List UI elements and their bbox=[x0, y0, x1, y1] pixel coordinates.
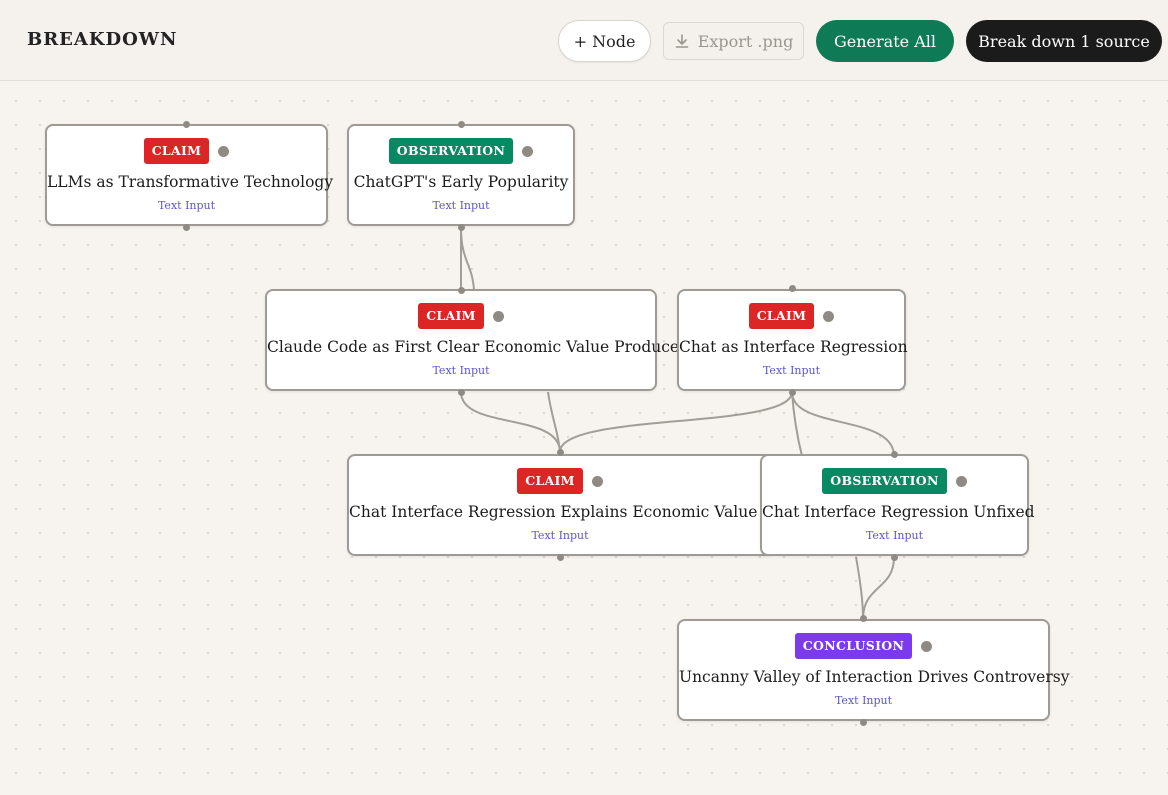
node-handle-out[interactable] bbox=[859, 718, 867, 726]
node-handle-out[interactable] bbox=[788, 388, 796, 396]
node-type-badge: OBSERVATION bbox=[822, 468, 947, 494]
node-source: Text Input bbox=[432, 199, 490, 212]
status-dot-icon bbox=[492, 310, 504, 322]
node-chatgpt-popularity[interactable]: OBSERVATION ChatGPT's Early Popularity T… bbox=[347, 124, 575, 226]
node-title: Uncanny Valley of Interaction Drives Con… bbox=[679, 668, 1070, 686]
status-dot-icon bbox=[591, 475, 603, 487]
node-handle-in[interactable] bbox=[890, 450, 898, 458]
node-source: Text Input bbox=[762, 364, 821, 377]
app-title: BREAKDOWN bbox=[27, 29, 178, 50]
node-regression-explains-delay[interactable]: CLAIM Chat Interface Regression Explains… bbox=[347, 454, 807, 556]
node-source: Text Input bbox=[157, 199, 216, 212]
node-title: ChatGPT's Early Popularity bbox=[353, 173, 569, 191]
export-png-button[interactable]: Export .png bbox=[663, 22, 804, 60]
status-dot-icon bbox=[955, 475, 967, 487]
node-handle-in[interactable] bbox=[457, 286, 465, 294]
node-title: LLMs as Transformative Technology bbox=[47, 173, 334, 191]
node-title: Chat as Interface Regression bbox=[679, 338, 908, 356]
node-source: Text Input bbox=[865, 529, 924, 542]
node-handle-out[interactable] bbox=[556, 553, 564, 561]
download-icon bbox=[674, 33, 690, 49]
status-dot-icon bbox=[921, 640, 933, 652]
node-type-badge: CLAIM bbox=[748, 303, 815, 329]
node-handle-out[interactable] bbox=[182, 223, 190, 231]
node-title: Claude Code as First Clear Economic Valu… bbox=[267, 338, 687, 356]
node-llms-transformative[interactable]: CLAIM LLMs as Transformative Technology … bbox=[45, 124, 334, 226]
node-type-badge: CLAIM bbox=[143, 138, 210, 164]
node-handle-out[interactable] bbox=[457, 388, 465, 396]
break-down-source-button[interactable]: Break down 1 source bbox=[966, 20, 1162, 62]
node-title: Chat Interface Regression Explains Econo… bbox=[349, 503, 807, 521]
add-node-button[interactable]: + Node bbox=[558, 20, 651, 62]
node-claude-code-value[interactable]: CLAIM Claude Code as First Clear Economi… bbox=[265, 289, 687, 391]
node-handle-in[interactable] bbox=[457, 120, 465, 128]
node-handle-out[interactable] bbox=[890, 553, 898, 561]
node-handle-in[interactable] bbox=[556, 448, 564, 456]
node-title: Chat Interface Regression Unfixed bbox=[762, 503, 1035, 521]
status-dot-icon bbox=[218, 145, 230, 157]
node-chat-interface-regression[interactable]: CLAIM Chat as Interface Regression Text … bbox=[677, 289, 908, 391]
node-type-badge: CONCLUSION bbox=[794, 633, 913, 659]
status-dot-icon bbox=[823, 310, 835, 322]
node-handle-in[interactable] bbox=[788, 284, 796, 292]
export-png-label: Export .png bbox=[697, 31, 794, 51]
node-source: Text Input bbox=[834, 694, 893, 707]
status-dot-icon bbox=[522, 145, 534, 157]
node-type-badge: CLAIM bbox=[517, 468, 583, 494]
node-source: Text Input bbox=[531, 529, 589, 542]
breakdown-app: BREAKDOWN + Node Export .png Generate Al… bbox=[0, 0, 1168, 795]
node-handle-in[interactable] bbox=[859, 614, 867, 622]
top-toolbar: BREAKDOWN + Node Export .png Generate Al… bbox=[0, 0, 1168, 81]
node-handle-in[interactable] bbox=[182, 120, 190, 128]
node-regression-unfixed[interactable]: OBSERVATION Chat Interface Regression Un… bbox=[760, 454, 1035, 556]
node-uncanny-valley-conclusion[interactable]: CONCLUSION Uncanny Valley of Interaction… bbox=[677, 619, 1070, 721]
node-source: Text Input bbox=[432, 364, 490, 377]
node-type-badge: OBSERVATION bbox=[388, 138, 514, 164]
generate-all-button[interactable]: Generate All bbox=[816, 20, 954, 62]
node-type-badge: CLAIM bbox=[418, 303, 484, 329]
node-handle-out[interactable] bbox=[457, 223, 465, 231]
